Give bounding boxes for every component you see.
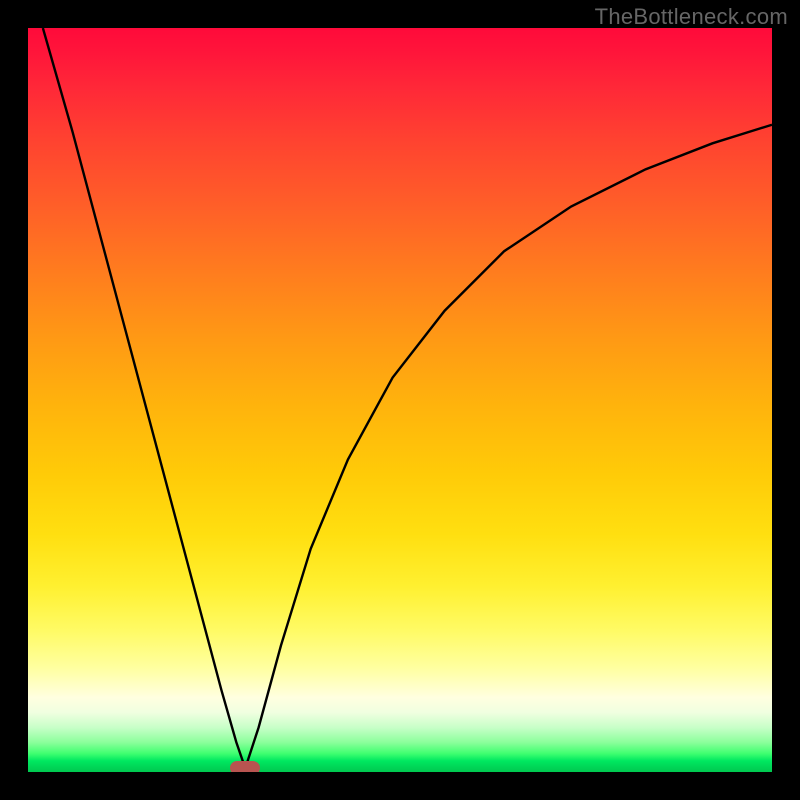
bottleneck-marker xyxy=(230,761,260,772)
watermark-text: TheBottleneck.com xyxy=(595,4,788,30)
plot-area xyxy=(28,28,772,772)
left-curve xyxy=(43,28,245,768)
right-curve xyxy=(245,125,772,769)
curve-layer xyxy=(28,28,772,772)
